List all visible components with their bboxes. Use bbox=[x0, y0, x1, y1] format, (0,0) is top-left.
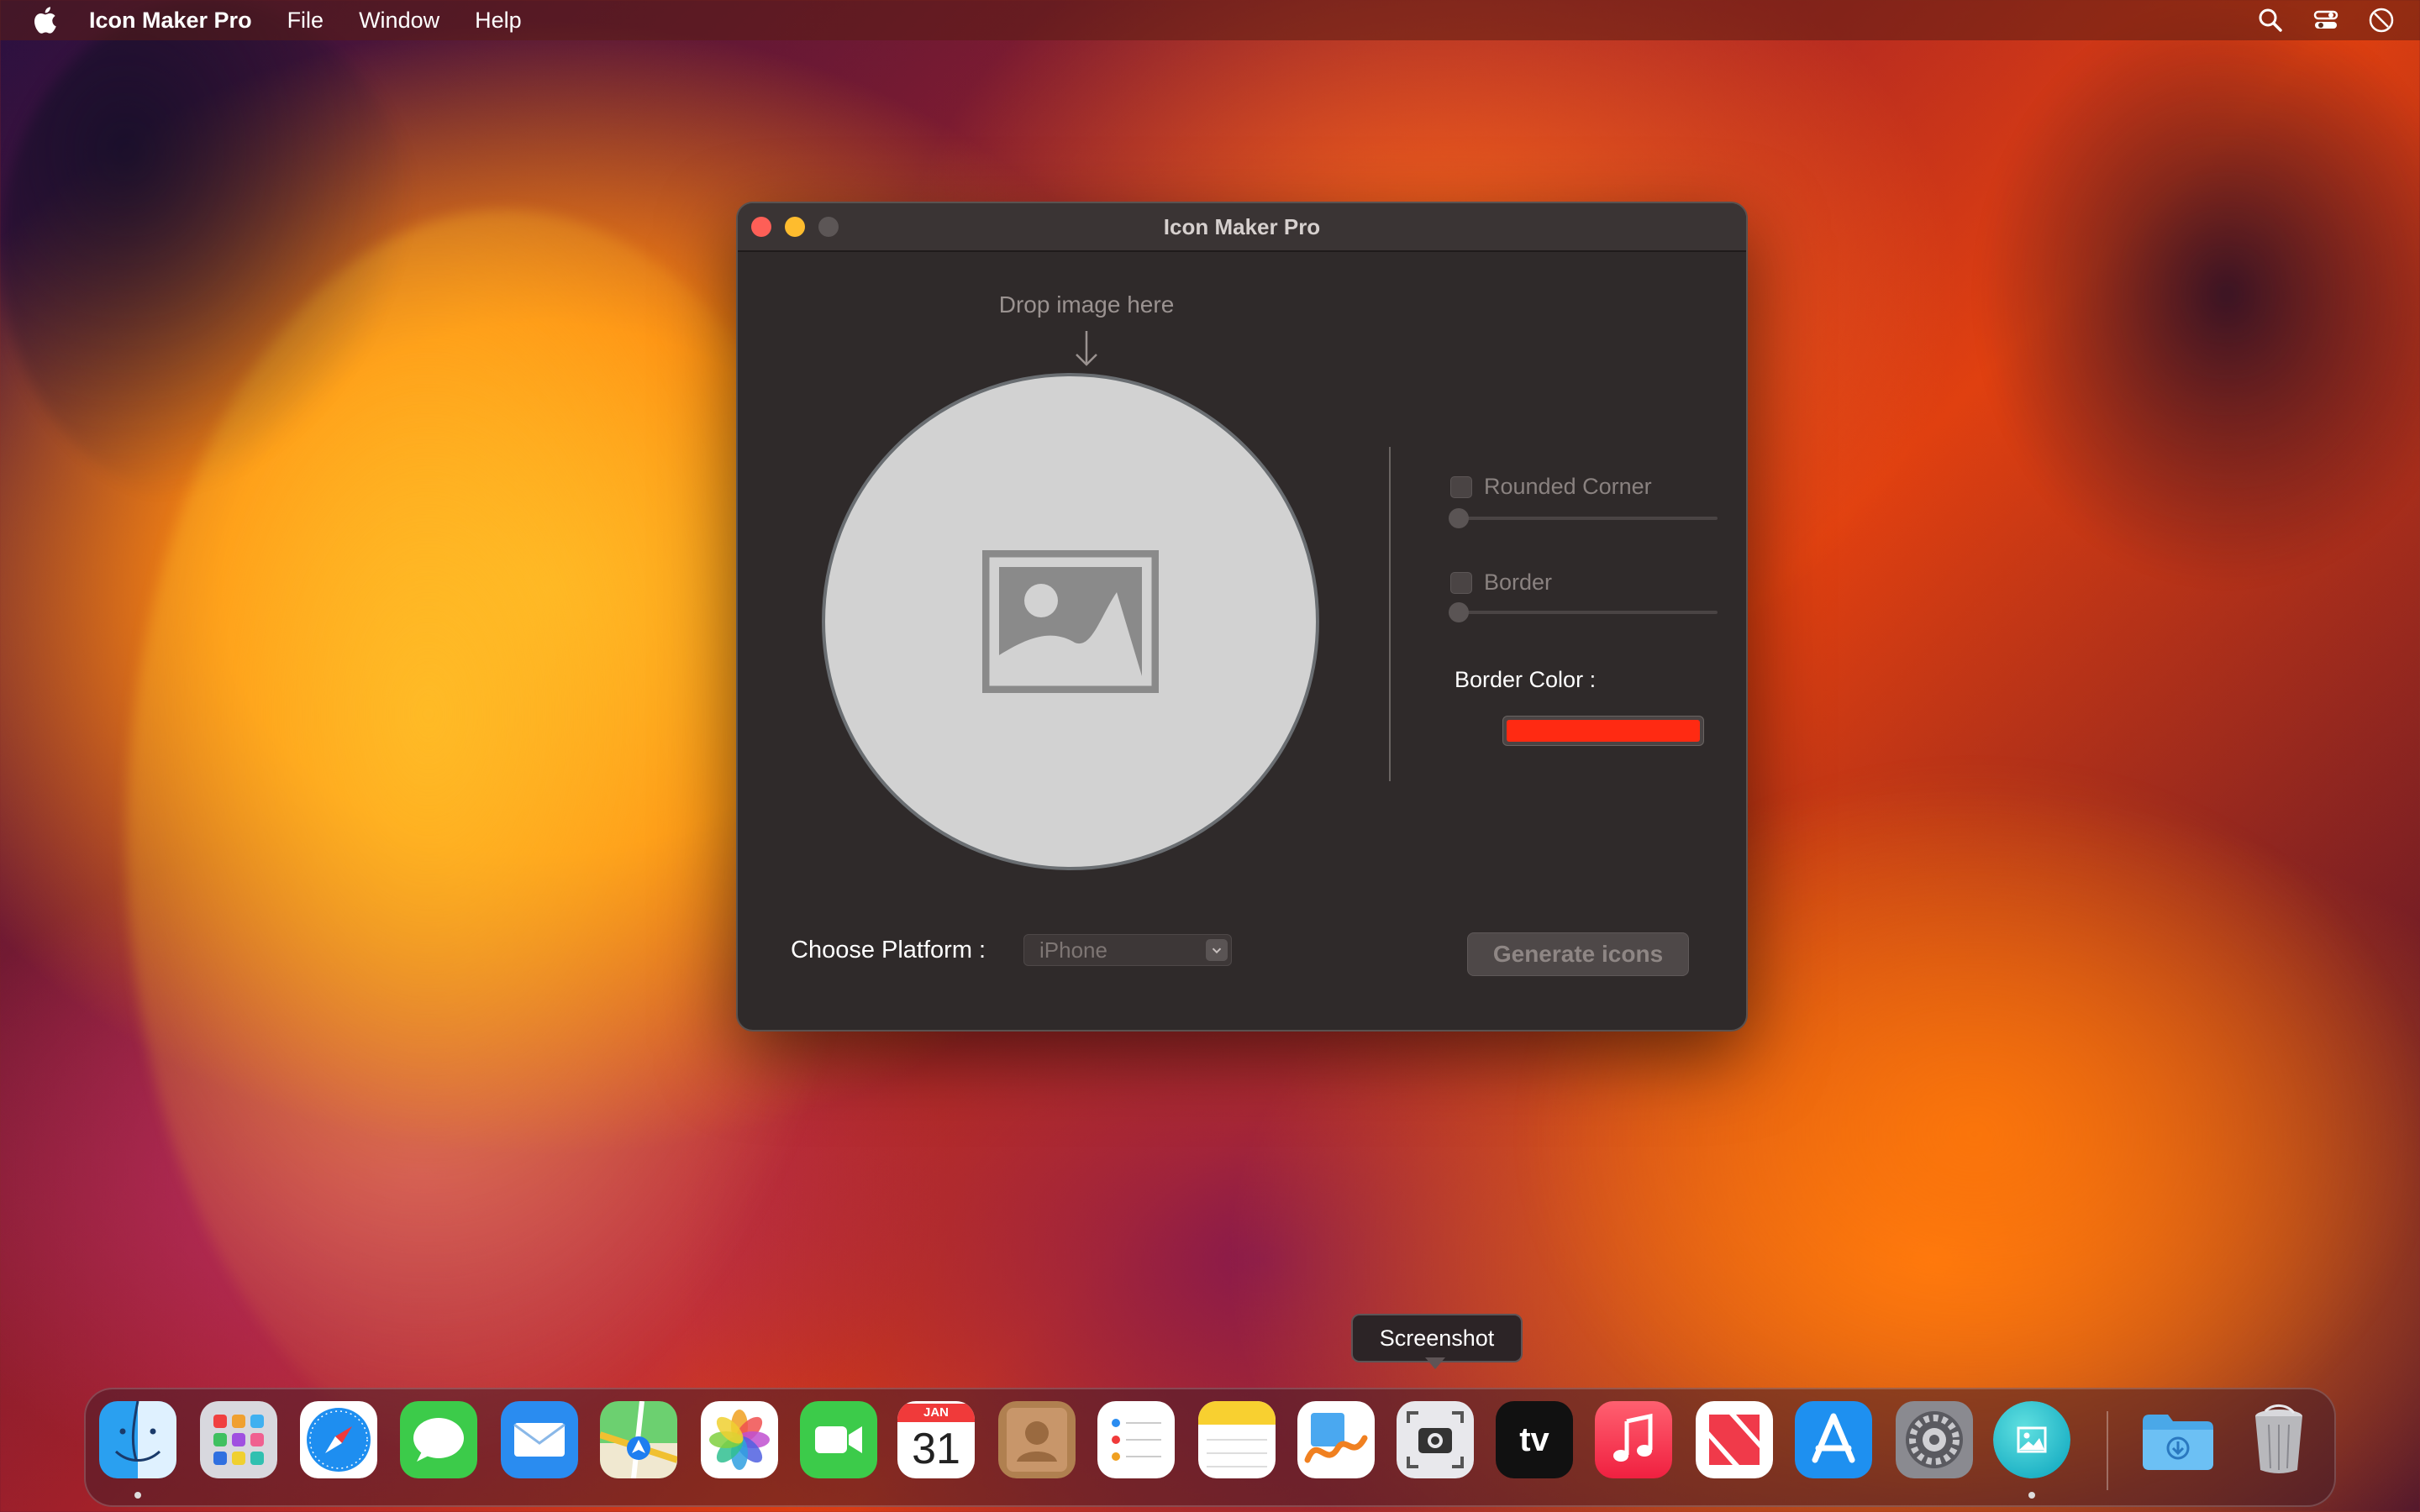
rounded-corner-slider-knob[interactable] bbox=[1449, 508, 1469, 528]
wallpaper-swirl-3 bbox=[1975, 0, 2420, 588]
safari-icon[interactable] bbox=[300, 1401, 377, 1478]
wallpaper-swirl-4 bbox=[0, 0, 420, 504]
downloads-folder-icon[interactable] bbox=[2139, 1401, 2217, 1478]
rounded-corner-slider[interactable] bbox=[1449, 506, 1718, 531]
notes-icon[interactable] bbox=[1198, 1401, 1276, 1478]
apple-tv-label: tv bbox=[1519, 1420, 1549, 1458]
news-icon[interactable] bbox=[1696, 1401, 1773, 1478]
window-title: Icon Maker Pro bbox=[1163, 213, 1321, 239]
chevron-down-icon[interactable] bbox=[1206, 939, 1228, 961]
menu-file[interactable]: File bbox=[287, 8, 324, 34]
trash-icon[interactable] bbox=[2240, 1401, 2317, 1478]
mail-icon[interactable] bbox=[501, 1401, 578, 1478]
minimize-button[interactable] bbox=[785, 217, 805, 237]
contacts-icon[interactable] bbox=[998, 1401, 1076, 1478]
drop-hint-label: Drop image here bbox=[998, 291, 1175, 318]
border-slider-knob[interactable] bbox=[1449, 602, 1469, 622]
reminders-icon[interactable] bbox=[1097, 1401, 1175, 1478]
vertical-divider bbox=[1389, 447, 1391, 781]
app-store-icon[interactable] bbox=[1795, 1401, 1872, 1478]
border-color-swatch bbox=[1507, 720, 1700, 742]
finder-icon[interactable] bbox=[99, 1401, 176, 1478]
menu-help[interactable]: Help bbox=[475, 8, 522, 34]
border-label: Border bbox=[1484, 570, 1553, 595]
dock-separator bbox=[2107, 1411, 2108, 1490]
apple-tv-icon[interactable]: tv bbox=[1496, 1401, 1573, 1478]
screen-time-icon[interactable] bbox=[2368, 7, 2395, 34]
rounded-corner-option: Rounded Corner bbox=[1450, 474, 1652, 500]
border-option: Border bbox=[1450, 570, 1552, 596]
calendar-month: JAN bbox=[897, 1404, 975, 1422]
menu-window[interactable]: Window bbox=[359, 8, 439, 34]
menubar: Icon Maker Pro File Window Help bbox=[0, 0, 2420, 40]
system-settings-icon[interactable] bbox=[1896, 1401, 1973, 1478]
border-color-well[interactable] bbox=[1502, 716, 1704, 746]
dock-tooltip-tail bbox=[1425, 1357, 1445, 1369]
icon-maker-pro-running-dot bbox=[2028, 1492, 2035, 1499]
launchpad-icon[interactable] bbox=[200, 1401, 277, 1478]
rounded-corner-label: Rounded Corner bbox=[1484, 474, 1652, 499]
border-checkbox[interactable] bbox=[1450, 571, 1472, 594]
screenshot-icon[interactable] bbox=[1397, 1401, 1474, 1478]
platform-select[interactable]: iPhone bbox=[1023, 934, 1232, 966]
zoom-button[interactable] bbox=[818, 217, 839, 237]
arrow-down-icon bbox=[1076, 331, 1097, 366]
app-window: Icon Maker Pro Drop image here Rounded C… bbox=[736, 202, 1748, 1032]
image-placeholder-icon bbox=[982, 550, 1159, 693]
apple-menu-icon[interactable] bbox=[32, 6, 57, 34]
generate-icons-button[interactable]: Generate icons bbox=[1467, 932, 1689, 976]
platform-label: Choose Platform : bbox=[791, 937, 986, 963]
image-drop-zone[interactable] bbox=[822, 373, 1319, 870]
spotlight-search-icon[interactable] bbox=[2257, 7, 2284, 34]
dock-tooltip: Screenshot bbox=[1351, 1314, 1523, 1362]
messages-icon[interactable] bbox=[400, 1401, 477, 1478]
finder-running-dot bbox=[134, 1492, 141, 1499]
rounded-corner-checkbox[interactable] bbox=[1450, 475, 1472, 498]
facetime-icon[interactable] bbox=[800, 1401, 877, 1478]
photos-icon[interactable] bbox=[701, 1401, 778, 1478]
maps-icon[interactable] bbox=[600, 1401, 677, 1478]
calendar-day: 31 bbox=[912, 1425, 960, 1473]
traffic-lights bbox=[751, 217, 839, 237]
border-color-label: Border Color : bbox=[1455, 667, 1597, 692]
window-titlebar[interactable]: Icon Maker Pro bbox=[738, 203, 1746, 252]
freeform-icon[interactable] bbox=[1297, 1401, 1375, 1478]
icon-maker-pro-dock-icon[interactable] bbox=[1993, 1401, 2070, 1478]
calendar-icon[interactable]: JAN 31 bbox=[897, 1401, 975, 1478]
platform-selected-value: iPhone bbox=[1039, 937, 1107, 963]
close-button[interactable] bbox=[751, 217, 771, 237]
border-slider[interactable] bbox=[1449, 600, 1718, 625]
control-center-icon[interactable] bbox=[2312, 7, 2339, 34]
music-icon[interactable] bbox=[1595, 1401, 1672, 1478]
menubar-extras bbox=[2257, 0, 2395, 40]
menu-app-name[interactable]: Icon Maker Pro bbox=[89, 8, 252, 34]
